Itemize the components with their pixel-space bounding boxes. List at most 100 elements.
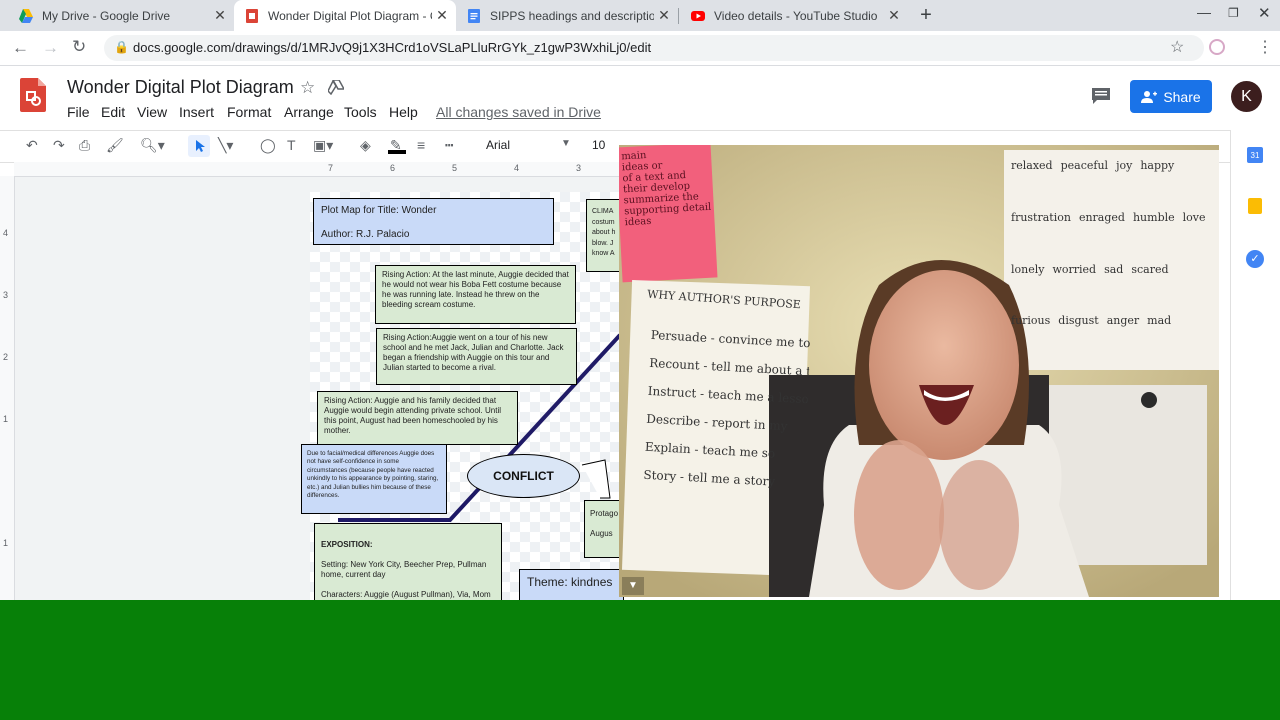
google-drawings-logo-icon[interactable]: [20, 78, 46, 112]
fill-color-icon[interactable]: ◈: [360, 137, 371, 154]
image-icon[interactable]: ▣▾: [313, 137, 333, 154]
menu-help[interactable]: Help: [389, 104, 418, 120]
feeling-word: humble: [1132, 210, 1175, 224]
tab-sipps[interactable]: SIPPS headings and descriptions ✕: [456, 0, 678, 31]
paint-format-icon[interactable]: 🖌: [106, 137, 124, 154]
font-size-input[interactable]: 10: [592, 138, 605, 152]
move-to-drive-icon[interactable]: [328, 80, 344, 95]
webcam-menu-arrow-icon[interactable]: ▼: [622, 577, 644, 595]
green-screen-bar: [0, 600, 1280, 720]
ruler-mark: 2: [3, 352, 9, 362]
forward-icon[interactable]: →: [42, 38, 59, 58]
save-status[interactable]: All changes saved in Drive: [436, 104, 601, 120]
restore-icon[interactable]: ❐: [1228, 6, 1239, 20]
line-tool-icon[interactable]: ╲▾: [218, 137, 233, 154]
feeling-word: enraged: [1078, 210, 1125, 224]
extension-icon[interactable]: [1209, 39, 1225, 55]
feeling-word: peaceful: [1060, 159, 1109, 172]
browser-menu-icon[interactable]: ⋮: [1257, 37, 1273, 57]
close-tab-icon[interactable]: ✕: [210, 7, 230, 24]
minimize-icon[interactable]: —: [1197, 4, 1211, 20]
menu-file[interactable]: File: [67, 104, 90, 120]
tab-title: SIPPS headings and descriptions: [490, 8, 654, 23]
ruler-mark: 6: [390, 163, 396, 173]
select-tool-button[interactable]: [188, 135, 210, 157]
redo-icon[interactable]: ↷: [53, 137, 65, 154]
feeling-word: joy: [1116, 159, 1133, 172]
google-drive-icon: [19, 8, 33, 23]
ruler-mark: 7: [328, 163, 334, 173]
tab-wonder-drawing[interactable]: Wonder Digital Plot Diagram - Go ✕: [234, 0, 456, 31]
poster-list: Persuade - convince me to believe someth…: [643, 321, 811, 497]
tab-youtube-studio[interactable]: Video details - YouTube Studio ✕: [680, 0, 908, 31]
address-bar[interactable]: 🔒 docs.google.com/drawings/d/1MRJvQ9j1X3…: [104, 35, 1204, 61]
conflict-cause-box[interactable]: Due to facial/medical differences Auggie…: [301, 444, 447, 514]
close-tab-icon[interactable]: ✕: [654, 7, 674, 24]
ruler-mark: 4: [514, 163, 520, 173]
feelings-chart: relaxed peaceful joy happy frustration e…: [1011, 159, 1211, 364]
plot-map-box[interactable]: Plot Map for Title: Wonder Author: R.J. …: [313, 198, 554, 245]
reload-icon[interactable]: ↻: [72, 37, 86, 57]
vertical-ruler: 4 3 2 1 1: [0, 176, 15, 600]
exposition-box[interactable]: EXPOSITION: Setting: New York City, Beec…: [314, 523, 502, 602]
account-avatar[interactable]: K: [1231, 81, 1262, 112]
feeling-word: mad: [1147, 314, 1172, 328]
menu-edit[interactable]: Edit: [101, 104, 125, 120]
feeling-word: disgust: [1058, 314, 1099, 328]
bookmark-star-icon[interactable]: ☆: [1170, 37, 1184, 57]
feeling-word: love: [1182, 210, 1206, 224]
undo-icon[interactable]: ↶: [26, 137, 38, 154]
tab-strip: My Drive - Google Drive ✕ Wonder Digital…: [0, 0, 1280, 31]
close-tab-icon[interactable]: ✕: [884, 7, 904, 24]
comments-icon[interactable]: [1091, 87, 1111, 105]
feeling-word: frustration: [1011, 210, 1071, 224]
border-dash-icon[interactable]: ┅: [445, 137, 453, 154]
side-panel: 31 ✓: [1230, 130, 1280, 600]
star-icon[interactable]: ☆: [300, 78, 315, 98]
new-tab-button[interactable]: +: [916, 4, 936, 27]
person-add-icon: [1141, 90, 1158, 103]
close-window-icon[interactable]: ✕: [1258, 4, 1271, 22]
feeling-word: lonely: [1011, 262, 1045, 276]
protagonist-box[interactable]: Protago Augus: [584, 500, 624, 558]
tab-title: My Drive - Google Drive: [42, 8, 171, 23]
menu-tools[interactable]: Tools: [344, 104, 377, 120]
ruler-mark: 1: [3, 414, 9, 424]
print-icon[interactable]: ⎙: [79, 137, 90, 154]
theme-box[interactable]: Theme: kindnes: [519, 569, 624, 602]
border-color-icon[interactable]: ✎: [390, 137, 402, 154]
text-box-icon[interactable]: T: [287, 137, 296, 153]
feeling-word: anger: [1106, 314, 1140, 328]
feeling-word: worried: [1052, 262, 1097, 276]
tab-title: Wonder Digital Plot Diagram - Go: [268, 8, 432, 23]
webcam-video: WHY AUTHOR'S PURPOSE Persuade - convince…: [619, 145, 1219, 597]
conflict-oval[interactable]: CONFLICT: [467, 454, 580, 498]
youtube-icon: [691, 10, 705, 21]
border-weight-icon[interactable]: ≡: [417, 137, 425, 153]
rising-action-box-2[interactable]: Rising Action:Auggie went on a tour of h…: [376, 328, 577, 385]
menu-arrange[interactable]: Arrange: [284, 104, 334, 120]
zoom-icon[interactable]: 🔍︎▾: [140, 137, 165, 154]
tab-my-drive[interactable]: My Drive - Google Drive ✕: [8, 0, 234, 31]
menu-view[interactable]: View: [137, 104, 167, 120]
keep-icon[interactable]: [1248, 198, 1262, 214]
close-tab-icon[interactable]: ✕: [432, 7, 452, 24]
rising-action-box-3[interactable]: Rising Action: At the last minute, Auggi…: [375, 265, 576, 324]
font-dropdown-arrow-icon[interactable]: ▼: [561, 138, 571, 149]
menu-format[interactable]: Format: [227, 104, 271, 120]
calendar-icon[interactable]: 31: [1247, 147, 1263, 163]
exposition-title: EXPOSITION:: [321, 540, 373, 549]
font-select[interactable]: Arial: [486, 138, 510, 152]
pink-sticky-note: main ideas or of a text and their develo…: [621, 150, 712, 229]
menu-insert[interactable]: Insert: [179, 104, 214, 120]
feeling-word: happy: [1140, 159, 1175, 172]
lock-icon: 🔒: [114, 40, 129, 54]
ruler-mark: 3: [3, 290, 9, 300]
shape-tool-icon[interactable]: ◯: [260, 137, 276, 154]
tasks-icon[interactable]: ✓: [1246, 250, 1264, 268]
share-button[interactable]: Share: [1130, 80, 1212, 113]
rising-action-box-1[interactable]: Rising Action: Auggie and his family dec…: [317, 391, 518, 445]
document-title[interactable]: Wonder Digital Plot Diagram: [67, 77, 294, 98]
back-icon[interactable]: ←: [12, 38, 29, 58]
url-text: docs.google.com/drawings/d/1MRJvQ9j1X3HC…: [133, 40, 652, 55]
